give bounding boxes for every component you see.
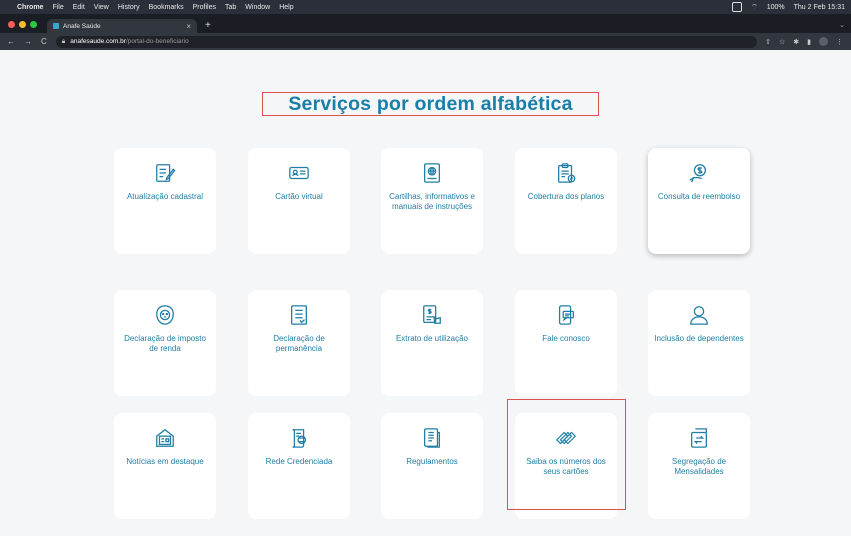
close-tab-icon[interactable]: × <box>186 22 191 31</box>
sidepanel-icon[interactable]: ▮ <box>807 38 811 46</box>
money-hand-icon <box>689 164 707 183</box>
menu-file[interactable]: File <box>52 4 63 11</box>
network-scroll-icon <box>292 429 307 448</box>
extensions-icon[interactable]: ✱ <box>793 38 799 46</box>
battery-label: 100% <box>766 3 785 11</box>
id-card-icon <box>289 166 309 180</box>
close-window-icon[interactable] <box>8 21 15 28</box>
statement-icon <box>423 305 441 324</box>
edit-form-icon <box>156 164 176 182</box>
window-controls <box>0 21 47 33</box>
page-title: Serviços por ordem alfabética <box>262 92 599 116</box>
card-label: Extrato de utilização <box>395 334 469 343</box>
card-regulamentos[interactable]: Regulamentos <box>381 413 483 519</box>
news-icon <box>156 428 174 447</box>
url-field[interactable]: 🔒︎ anafesaude.com.br/portal-do-beneficia… <box>55 35 758 48</box>
card-cartao-virtual[interactable]: Cartão virtual <box>248 148 350 254</box>
card-label: Cartão virtual <box>275 192 323 201</box>
card-segregacao-mensalidades[interactable]: Segregação de Mensalidades <box>648 413 750 519</box>
booklet-icon <box>424 163 440 183</box>
menu-edit[interactable]: Edit <box>73 4 85 11</box>
star-icon[interactable]: ☆ <box>779 38 785 46</box>
card-label: Atualização cadastral <box>126 192 204 201</box>
url-path: /portal-do-beneficiario <box>125 38 189 45</box>
rules-doc-icon <box>424 428 440 448</box>
minimize-window-icon[interactable] <box>19 21 26 28</box>
new-tab-icon[interactable]: + <box>197 20 211 33</box>
document-icon <box>291 305 307 325</box>
tab-title: Anafe Saúde <box>63 22 101 30</box>
clock[interactable]: Thu 2 Feb 15:31 <box>794 4 845 11</box>
card-label: Inclusão de dependentes <box>654 334 744 343</box>
menu-profiles[interactable]: Profiles <box>193 4 216 11</box>
card-inclusao-dependentes[interactable]: Inclusão de dependentes <box>648 290 750 396</box>
lock-icon: 🔒︎ <box>61 37 66 45</box>
reload-icon[interactable]: C <box>41 37 47 46</box>
card-label: Declaração de permanência <box>273 334 325 353</box>
card-label: Cartilhas, informativos e manuais de ins… <box>389 192 475 211</box>
zoom-window-icon[interactable] <box>30 21 37 28</box>
menu-help[interactable]: Help <box>279 4 293 11</box>
screen-icon[interactable] <box>732 2 743 12</box>
transfer-icon <box>691 428 707 448</box>
card-label: Consulta de reembolso <box>657 192 741 201</box>
menu-tab[interactable]: Tab <box>225 4 236 11</box>
lion-icon <box>156 305 174 325</box>
card-label: Rede Credenciada <box>265 457 333 466</box>
card-label: Cobertura dos planos <box>527 192 605 201</box>
card-atualizacao-cadastral[interactable]: Atualização cadastral <box>114 148 216 254</box>
menu-view[interactable]: View <box>94 4 109 11</box>
card-consulta-reembolso[interactable]: Consulta de reembolso <box>648 148 750 254</box>
card-label: Fale conosco <box>542 334 590 343</box>
phone-chat-icon <box>558 305 574 325</box>
card-fale-conosco[interactable]: Fale conosco <box>515 290 617 396</box>
card-declaracao-imposto[interactable]: Declaração de imposto de renda <box>114 290 216 396</box>
forward-icon[interactable]: → <box>24 37 32 46</box>
menu-window[interactable]: Window <box>245 4 270 11</box>
user-icon <box>690 306 708 325</box>
macos-menubar: Chrome File Edit View History Bookmarks … <box>0 0 851 14</box>
favicon-icon <box>53 23 59 29</box>
card-noticias-destaque[interactable]: Notícias em destaque <box>114 413 216 519</box>
card-cartilhas[interactable]: Cartilhas, informativos e manuais de ins… <box>381 148 483 254</box>
menu-history[interactable]: History <box>118 4 140 11</box>
share-icon[interactable]: ⇧ <box>765 38 771 46</box>
selection-highlight <box>507 399 626 510</box>
address-bar: ← → C 🔒︎ anafesaude.com.br/portal-do-ben… <box>0 33 851 50</box>
card-label: Segregação de Mensalidades <box>671 457 727 476</box>
card-label: Regulamentos <box>406 457 458 466</box>
card-declaracao-permanencia[interactable]: Declaração de permanência <box>248 290 350 396</box>
menu-app-name[interactable]: Chrome <box>17 4 43 11</box>
card-label: Declaração de imposto de renda <box>124 334 206 353</box>
tab-bar: Anafe Saúde × + ⌄ <box>0 14 851 33</box>
card-label: Notícias em destaque <box>126 457 204 466</box>
url-host: anafesaude.com.br <box>70 38 126 45</box>
tab-search-icon[interactable]: ⌄ <box>839 21 851 33</box>
page-content: Serviços por ordem alfabética Atualizaçã… <box>0 50 851 536</box>
wifi-icon[interactable]: ⌔ <box>751 3 758 12</box>
card-extrato-utilizacao[interactable]: Extrato de utilização <box>381 290 483 396</box>
card-cobertura-planos[interactable]: Cobertura dos planos <box>515 148 617 254</box>
more-menu-icon[interactable]: ⋮ <box>836 38 843 46</box>
browser-tab[interactable]: Anafe Saúde × <box>47 19 197 33</box>
clipboard-check-icon <box>558 163 576 183</box>
menu-bookmarks[interactable]: Bookmarks <box>149 4 184 11</box>
profile-avatar[interactable] <box>819 37 828 46</box>
card-rede-credenciada[interactable]: Rede Credenciada <box>248 413 350 519</box>
back-icon[interactable]: ← <box>7 37 15 46</box>
